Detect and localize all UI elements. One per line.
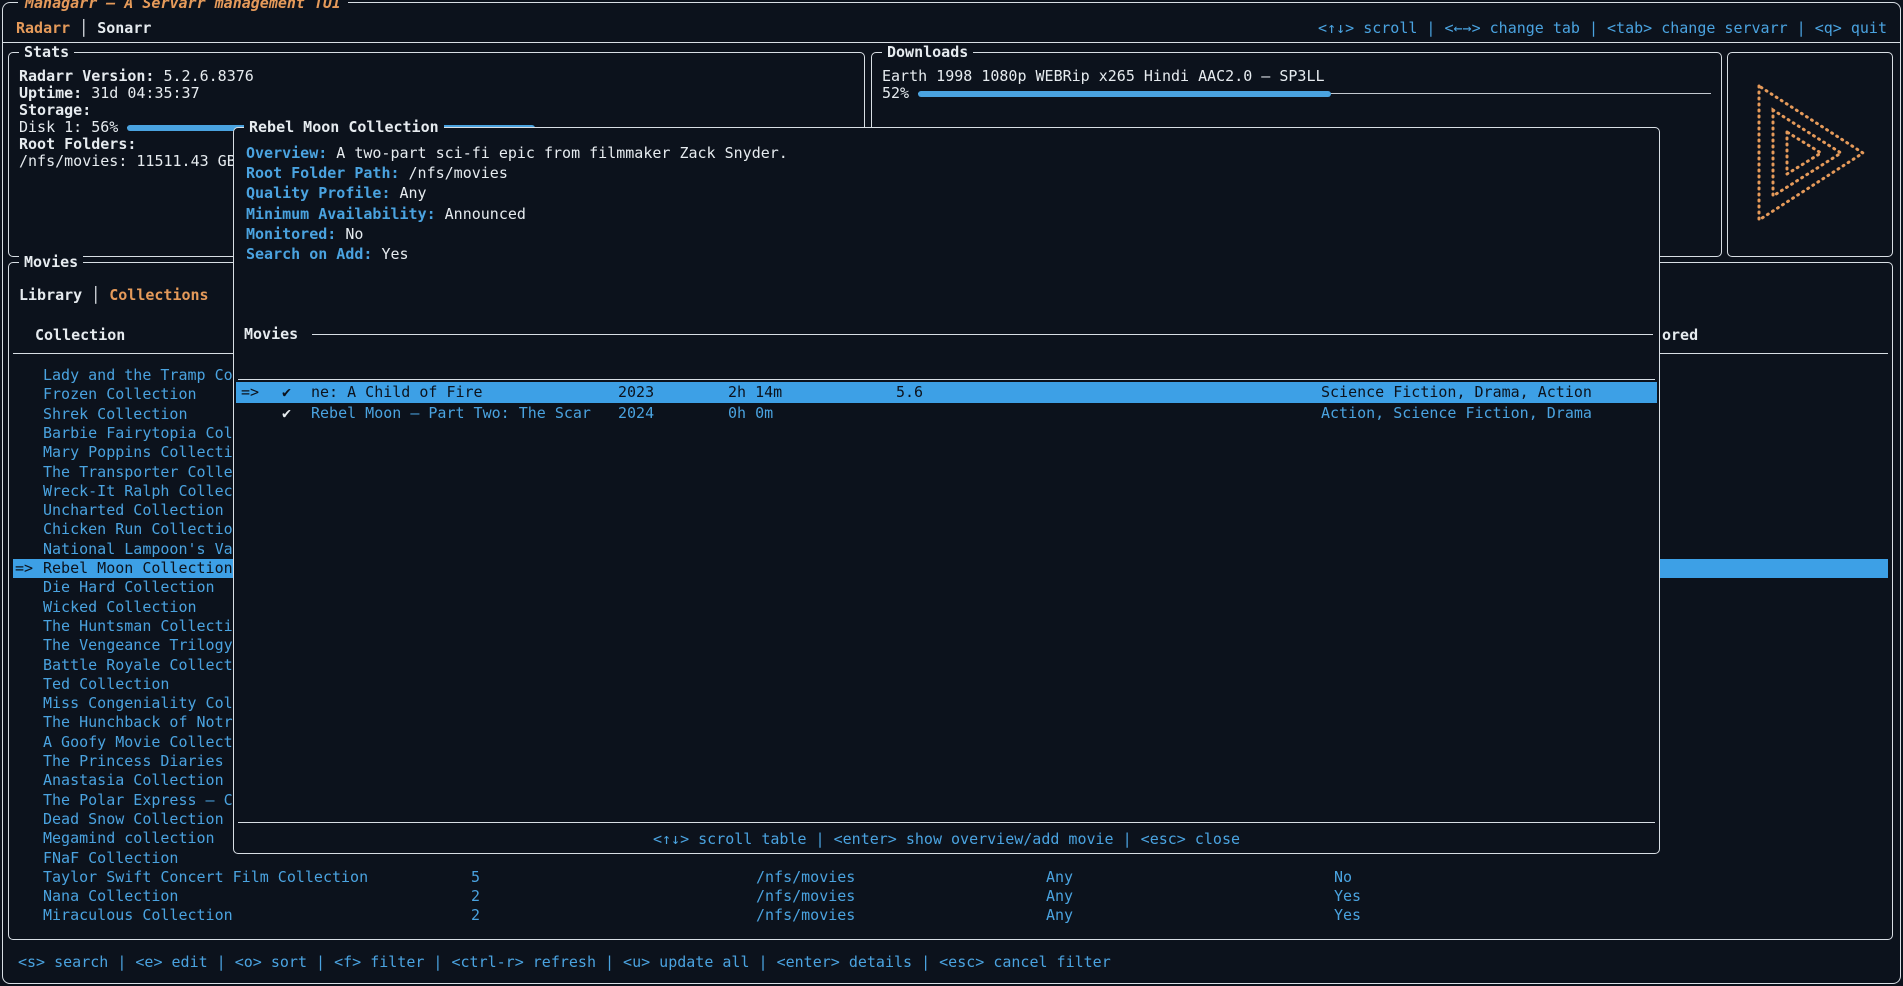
collection-row[interactable]: Nana Collection 2/nfs/movies Any Yes <box>13 887 1888 906</box>
tab-sonarr[interactable]: Sonarr <box>97 18 151 38</box>
collection-name: Nana Collection <box>43 887 178 906</box>
popup-footer-divider <box>238 822 1655 823</box>
download-progress-bar <box>918 91 1713 97</box>
collection-name: Miss Congeniality Col <box>43 694 233 713</box>
collection-name: Frozen Collection <box>43 385 197 404</box>
download-progress-line: 52% <box>882 85 1713 102</box>
version-label: Radarr Version: <box>19 68 154 85</box>
uptime-value: 31d 04:35:37 <box>91 85 199 102</box>
collection-monitored: Yes <box>1334 887 1361 906</box>
collection-row[interactable]: Taylor Swift Concert Film Collection 5/nf… <box>13 868 1888 887</box>
root-folder-value: /nfs/movies: 11511.43 GB <box>19 153 236 170</box>
popup-movies-rows: => ✔ ne: A Child of Fire 2023 2h 14m 5.6 Scie… <box>234 128 1659 853</box>
monitored-check-icon: ✔ <box>282 382 291 403</box>
collection-row[interactable]: Miraculous Collection 2/nfs/movies Any Yes <box>13 906 1888 925</box>
collection-name: The Princess Diaries <box>43 752 224 771</box>
movie-runtime: 2h 14m <box>728 382 782 403</box>
movie-title: ne: A Child of Fire <box>311 382 483 403</box>
uptime-line: Uptime: 31d 04:35:37 <box>19 85 856 102</box>
collection-name: Dead Snow Collection <box>43 810 224 829</box>
root-folders-label: Root Folders: <box>19 136 136 153</box>
collection-name: Taylor Swift Concert Film Collection <box>43 868 368 887</box>
version-line: Radarr Version: 5.2.6.8376 <box>19 68 856 85</box>
stats-panel-title: Stats <box>19 43 74 61</box>
movie-year: 2024 <box>618 403 654 424</box>
selection-arrow-icon: => <box>15 559 42 578</box>
collection-name: Barbie Fairytopia Col <box>43 424 233 443</box>
collection-name: Battle Royale Collect <box>43 656 233 675</box>
collection-quality-profile: Any <box>1046 887 1073 906</box>
collection-movie-count: 5 <box>471 868 480 887</box>
downloads-panel-title: Downloads <box>882 43 973 61</box>
monitored-check-icon: ✔ <box>282 403 291 424</box>
storage-line: Storage: <box>19 102 856 119</box>
disk-label: Disk 1: 56% <box>19 119 118 136</box>
collection-movie-count: 2 <box>471 906 480 925</box>
collection-name: National Lampoon's Va <box>43 540 233 559</box>
movie-imdb-rating: 5.6 <box>896 382 923 403</box>
collection-name: The Hunchback of Notr <box>43 713 233 732</box>
collection-movie-count: 2 <box>471 887 480 906</box>
storage-label: Storage: <box>19 102 91 119</box>
collection-name: FNaF Collection <box>43 849 178 868</box>
logo-panel <box>1727 52 1893 257</box>
movie-row[interactable]: => ✔ ne: A Child of Fire 2023 2h 14m 5.6 Scie… <box>236 382 1657 403</box>
collection-quality-profile: Any <box>1046 868 1073 887</box>
bottom-keybindings: <s> search | <e> edit | <o> sort | <f> f… <box>18 952 1111 972</box>
collection-name: Chicken Run Collectio <box>43 520 233 539</box>
collection-name: A Goofy Movie Collect <box>43 733 233 752</box>
collection-name: The Vengeance Trilogy <box>43 636 233 655</box>
collection-name: Uncharted Collection <box>43 501 224 520</box>
movie-title: Rebel Moon – Part Two: The Scar <box>311 403 591 424</box>
collection-name: Anastasia Collection <box>43 771 224 790</box>
movie-genres: Science Fiction, Drama, Action <box>1321 382 1592 403</box>
collection-name: Miraculous Collection <box>43 906 233 925</box>
tab-collections[interactable]: Collections <box>109 285 208 305</box>
uptime-label: Uptime: <box>19 85 82 102</box>
tab-separator: │ <box>79 18 88 38</box>
selection-arrow-icon: => <box>241 382 268 403</box>
popup-keybindings: <↑↓> scroll table | <enter> show overvie… <box>234 829 1659 849</box>
collection-column-header: Collection <box>35 325 125 345</box>
collection-quality-profile: Any <box>1046 906 1073 925</box>
collection-name: Wicked Collection <box>43 598 197 617</box>
collection-name: Mary Poppins Collecti <box>43 443 233 462</box>
collection-details-popup: Rebel Moon Collection Overview:A two-par… <box>233 127 1660 854</box>
collection-name: The Transporter Colle <box>43 463 233 482</box>
managarr-logo-icon <box>1749 78 1871 232</box>
collection-monitored: No <box>1334 868 1352 887</box>
collection-root-folder: /nfs/movies <box>756 887 855 906</box>
collection-name: Ted Collection <box>43 675 169 694</box>
version-value: 5.2.6.8376 <box>164 68 254 85</box>
movies-tab-separator: │ <box>91 285 100 305</box>
collection-name: The Polar Express – C <box>43 791 233 810</box>
collection-name: The Huntsman Collecti <box>43 617 233 636</box>
movies-tabbar: Library │ Collections <box>19 285 209 305</box>
tab-radarr[interactable]: Radarr <box>16 18 70 38</box>
collection-name: Lady and the Tramp Co <box>43 366 233 385</box>
progress-fill <box>918 91 1331 97</box>
top-keybindings: <↑↓> scroll | <←→> change tab | <tab> ch… <box>1318 18 1887 38</box>
collection-root-folder: /nfs/movies <box>756 868 855 887</box>
collection-name: Die Hard Collection <box>43 578 215 597</box>
tab-library[interactable]: Library <box>19 285 82 305</box>
movies-panel-title: Movies <box>19 253 83 271</box>
download-percent: 52% <box>882 85 909 102</box>
app-title: Managarr – A Servarr management TUI <box>18 0 348 12</box>
movie-year: 2023 <box>618 382 654 403</box>
collection-name: Megamind collection <box>43 829 215 848</box>
collection-name: Rebel Moon Collection <box>43 559 233 578</box>
movie-runtime: 0h 0m <box>728 403 773 424</box>
download-item-name: Earth 1998 1080p WEBRip x265 Hindi AAC2.… <box>882 68 1713 85</box>
collection-name: Wreck-It Ralph Collec <box>43 482 233 501</box>
movie-row[interactable]: ✔ Rebel Moon – Part Two: The Scar 2024 0h 0… <box>236 403 1657 424</box>
collection-root-folder: /nfs/movies <box>756 906 855 925</box>
collection-name: Shrek Collection <box>43 405 188 424</box>
collection-monitored: Yes <box>1334 906 1361 925</box>
movie-genres: Action, Science Fiction, Drama <box>1321 403 1592 424</box>
monitored-column-header-fragment: ored <box>1662 325 1698 345</box>
servarr-tabbar: Radarr │ Sonarr <box>16 18 151 38</box>
